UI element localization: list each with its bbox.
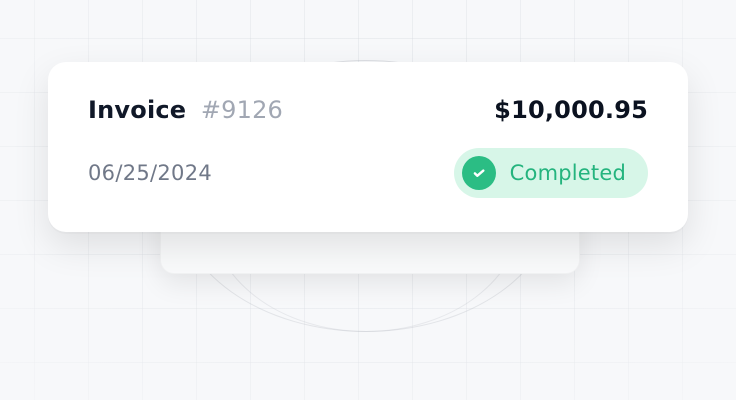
- invoice-amount: $10,000.95: [494, 96, 648, 124]
- invoice-title: Invoice #9126: [88, 96, 283, 124]
- invoice-card[interactable]: Invoice #9126 $10,000.95 06/25/2024 Comp…: [48, 62, 688, 232]
- invoice-card-meta: 06/25/2024 Completed: [88, 148, 648, 198]
- invoice-number: #9126: [200, 96, 284, 124]
- invoice-date: 06/25/2024: [88, 161, 213, 185]
- check-circle-icon: [461, 156, 496, 190]
- invoice-preview-stage: Invoice #9126 $10,000.95 06/25/2024 Comp…: [0, 0, 736, 400]
- status-badge-label: Completed: [509, 161, 626, 185]
- invoice-card-header: Invoice #9126 $10,000.95: [88, 96, 648, 124]
- status-badge-completed: Completed: [453, 148, 648, 198]
- invoice-title-label: Invoice: [88, 96, 187, 124]
